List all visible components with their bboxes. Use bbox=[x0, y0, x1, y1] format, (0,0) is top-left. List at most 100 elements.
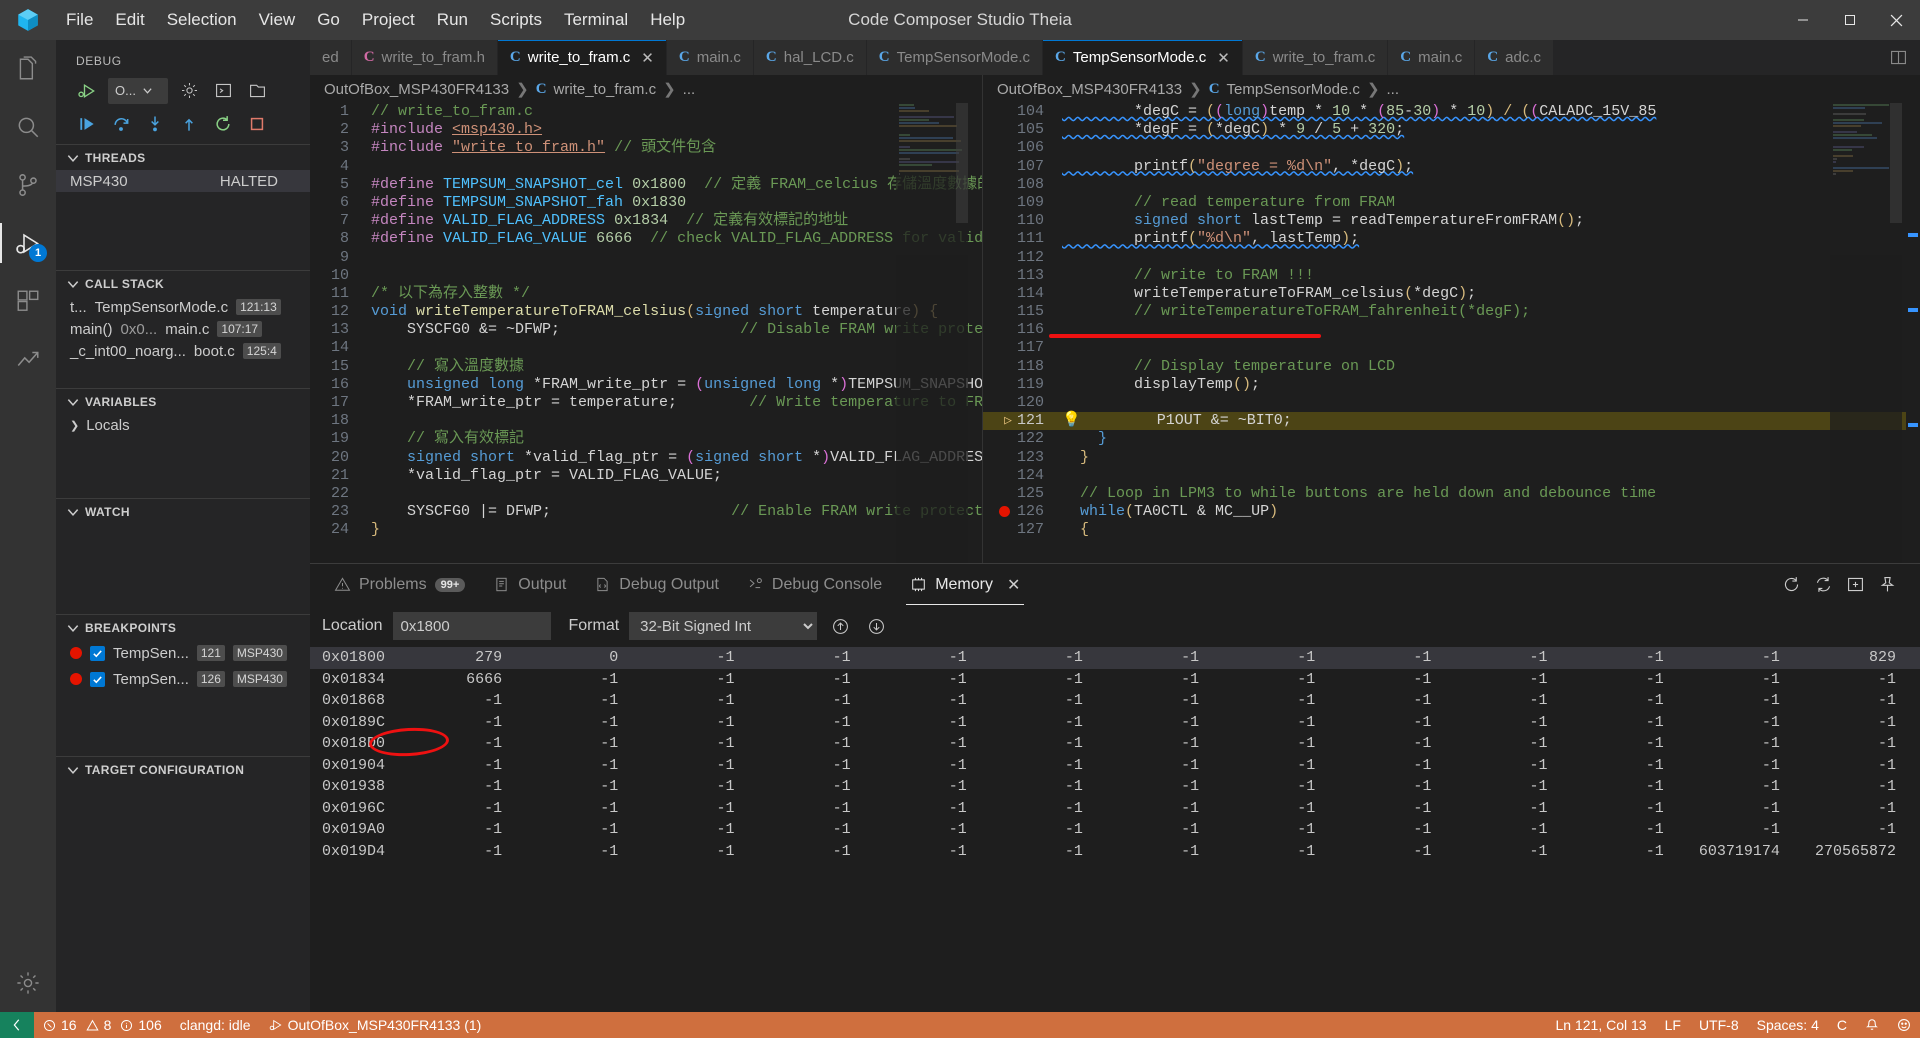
memory-cell[interactable]: -1 bbox=[1455, 800, 1571, 817]
memory-cell[interactable]: -1 bbox=[642, 800, 758, 817]
memory-cell[interactable]: -1 bbox=[1455, 778, 1571, 795]
code-line[interactable]: 5 #define TEMPSUM_SNAPSHOT_cel 0x1800 // … bbox=[310, 176, 982, 194]
language-server-status[interactable]: clangd: idle bbox=[171, 1012, 260, 1038]
memory-cell[interactable]: -1 bbox=[875, 843, 991, 860]
menu-selection[interactable]: Selection bbox=[157, 6, 247, 34]
memory-cell[interactable]: -1 bbox=[410, 714, 526, 731]
tab-hal-lcd-c[interactable]: C hal_LCD.c bbox=[753, 40, 867, 75]
memory-cell[interactable]: -1 bbox=[1804, 778, 1920, 795]
menu-file[interactable]: File bbox=[56, 6, 103, 34]
activitybar-settings[interactable] bbox=[0, 954, 56, 1012]
memory-cell[interactable]: -1 bbox=[1223, 692, 1339, 709]
tab-write-to-fram-c[interactable]: C write_to_fram.c ✕ bbox=[497, 40, 667, 75]
memory-cell[interactable]: -1 bbox=[642, 671, 758, 688]
breakpoint-checkbox[interactable] bbox=[90, 671, 105, 687]
memory-cell[interactable]: -1 bbox=[1572, 649, 1688, 666]
panel-tab-debug-console[interactable]: Debug Console bbox=[733, 564, 896, 605]
indentation-indicator[interactable]: Spaces: 4 bbox=[1748, 1012, 1828, 1038]
code-line[interactable]: 119 displayTemp(); bbox=[983, 376, 1920, 394]
memory-cell[interactable]: -1 bbox=[1688, 692, 1804, 709]
step-out-icon[interactable] bbox=[176, 111, 202, 137]
memory-cell[interactable]: -1 bbox=[1804, 714, 1920, 731]
code-line[interactable]: 106 bbox=[983, 139, 1920, 157]
memory-cell[interactable]: -1 bbox=[758, 843, 874, 860]
memory-row[interactable]: 0x0196C -1 -1 -1 -1 -1 -1 -1 -1 -1 -1 -1 -1 -1 bbox=[310, 798, 1920, 820]
memory-cell[interactable]: -1 bbox=[526, 800, 642, 817]
close-icon[interactable] bbox=[1873, 0, 1920, 40]
memory-cell[interactable]: -1 bbox=[875, 692, 991, 709]
memory-cell[interactable]: -1 bbox=[1455, 692, 1571, 709]
tab-close-icon[interactable]: ✕ bbox=[641, 49, 654, 67]
memory-row[interactable]: 0x01868 -1 -1 -1 -1 -1 -1 -1 -1 -1 -1 -1 -1 -1 bbox=[310, 690, 1920, 712]
call-stack-frame[interactable]: main() 0x0... main.c 107:17 bbox=[56, 318, 310, 340]
memory-cell[interactable]: -1 bbox=[1804, 821, 1920, 838]
code-line[interactable]: 116 bbox=[983, 321, 1920, 339]
memory-cell[interactable]: -1 bbox=[642, 735, 758, 752]
step-over-icon[interactable] bbox=[108, 111, 134, 137]
memory-cell[interactable]: -1 bbox=[991, 800, 1107, 817]
menu-scripts[interactable]: Scripts bbox=[480, 6, 552, 34]
memory-cell[interactable]: -1 bbox=[758, 800, 874, 817]
memory-cell[interactable]: -1 bbox=[1223, 800, 1339, 817]
memory-cell[interactable]: -1 bbox=[526, 843, 642, 860]
memory-cell[interactable]: -1 bbox=[875, 649, 991, 666]
tab-write-to-fram-c-2[interactable]: C write_to_fram.c bbox=[1242, 40, 1389, 75]
code-line[interactable]: 117 bbox=[983, 339, 1920, 357]
code-line[interactable]: 118 // Display temperature on LCD bbox=[983, 358, 1920, 376]
code-line[interactable]: 2 #include <msp430.h> bbox=[310, 121, 982, 139]
activitybar-analysis[interactable] bbox=[0, 330, 56, 388]
code-line[interactable]: 21 *valid_flag_ptr = VALID_FLAG_VALUE; bbox=[310, 467, 982, 485]
memory-cell[interactable]: -1 bbox=[410, 778, 526, 795]
breadcrumb-more[interactable]: ... bbox=[1387, 81, 1400, 98]
memory-cell[interactable]: -1 bbox=[1107, 649, 1223, 666]
panel-tab-close-icon[interactable]: ✕ bbox=[1007, 575, 1020, 595]
watch-header[interactable]: WATCH bbox=[56, 499, 310, 524]
activitybar-extensions[interactable] bbox=[0, 272, 56, 330]
memory-cell[interactable]: -1 bbox=[991, 735, 1107, 752]
memory-cell[interactable]: -1 bbox=[1455, 735, 1571, 752]
code-line[interactable]: 114 writeTemperatureToFRAM_celsius(*degC… bbox=[983, 285, 1920, 303]
memory-cell[interactable]: -1 bbox=[1572, 735, 1688, 752]
memory-cell[interactable]: -1 bbox=[1455, 843, 1571, 860]
memory-cell[interactable]: -1 bbox=[991, 757, 1107, 774]
code-line[interactable]: 124 bbox=[983, 467, 1920, 485]
code-line[interactable]: 104 *degC = ((long)temp * 10 * (85-30) *… bbox=[983, 103, 1920, 121]
code-line[interactable]: 123 } bbox=[983, 449, 1920, 467]
breakpoint-row[interactable]: TempSen... 126 MSP430 bbox=[56, 666, 310, 692]
memory-cell[interactable]: -1 bbox=[526, 778, 642, 795]
memory-cell[interactable]: -1 bbox=[526, 821, 642, 838]
code-line[interactable]: 17 *FRAM_write_ptr = temperature; // Wri… bbox=[310, 394, 982, 412]
memory-cell[interactable]: 0 bbox=[526, 649, 642, 666]
memory-cell[interactable]: -1 bbox=[758, 821, 874, 838]
breakpoint-row[interactable]: TempSen... 121 MSP430 bbox=[56, 640, 310, 666]
memory-cell[interactable]: -1 bbox=[1339, 778, 1455, 795]
code-line[interactable]: 24} bbox=[310, 521, 982, 539]
code-line[interactable]: 3 #include "write_to_fram.h" // 頭文件包含 bbox=[310, 139, 982, 157]
memory-cell[interactable]: -1 bbox=[758, 757, 874, 774]
memory-cell[interactable]: -1 bbox=[526, 735, 642, 752]
refresh-icon[interactable] bbox=[1778, 572, 1804, 598]
code-line[interactable]: 4 bbox=[310, 158, 982, 176]
tab-main-c-2[interactable]: C main.c bbox=[1388, 40, 1476, 75]
memory-row[interactable]: 0x01800 279 0 -1 -1 -1 -1 -1 -1 -1 -1 -1 -1 829 bbox=[310, 647, 1920, 669]
memory-cell[interactable]: 6666 bbox=[410, 671, 526, 688]
debug-target-status[interactable]: OutOfBox_MSP430FR4133 (1) bbox=[260, 1012, 491, 1038]
memory-cell[interactable]: -1 bbox=[758, 714, 874, 731]
code-line[interactable]: 11 /* 以下為存入整數 */ bbox=[310, 285, 982, 303]
scroll-up-icon[interactable] bbox=[827, 613, 853, 639]
code-line[interactable]: 109 // read temperature from FRAM bbox=[983, 194, 1920, 212]
code-line[interactable]: 13 SYSCFG0 &= ~DFWP; // Disable FRAM wri… bbox=[310, 321, 982, 339]
minimize-icon[interactable] bbox=[1779, 0, 1826, 40]
memory-cell[interactable]: -1 bbox=[991, 671, 1107, 688]
memory-cell[interactable]: -1 bbox=[642, 692, 758, 709]
breakpoint-checkbox[interactable] bbox=[90, 645, 105, 661]
memory-row[interactable]: 0x01834 6666 -1 -1 -1 -1 -1 -1 -1 -1 -1 -1 -1 -1 bbox=[310, 669, 1920, 691]
memory-cell[interactable]: -1 bbox=[875, 671, 991, 688]
memory-cell[interactable]: -1 bbox=[1223, 671, 1339, 688]
code-line[interactable]: 112 bbox=[983, 249, 1920, 267]
memory-cell[interactable]: -1 bbox=[1804, 800, 1920, 817]
memory-cell[interactable]: -1 bbox=[991, 821, 1107, 838]
memory-cell[interactable]: -1 bbox=[1107, 821, 1223, 838]
memory-cell[interactable]: -1 bbox=[1572, 800, 1688, 817]
overview-ruler-right[interactable] bbox=[1906, 103, 1920, 563]
